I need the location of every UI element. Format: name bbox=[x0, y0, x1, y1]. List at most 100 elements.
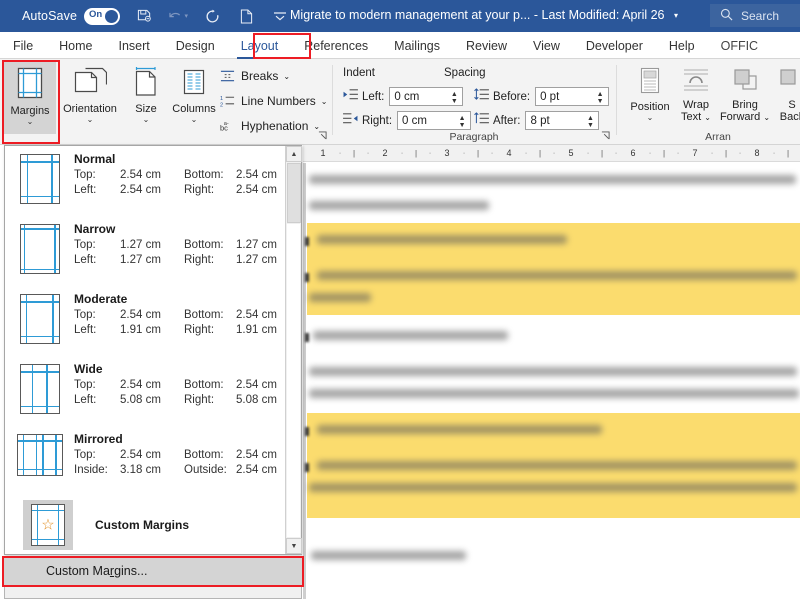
wrap-text-dropdown-caret-icon[interactable]: ⌄ bbox=[704, 113, 711, 122]
position-dropdown-caret-icon[interactable]: ⌄ bbox=[647, 113, 654, 122]
ruler-dot: · bbox=[648, 149, 652, 157]
tab-file[interactable]: File bbox=[0, 32, 46, 59]
body-text-line bbox=[317, 425, 602, 434]
columns-button[interactable]: Columns ⌄ bbox=[167, 62, 221, 134]
gallery-item-narrow[interactable]: Narrow Top: 1.27 cm Bottom: 1.27 cm Left… bbox=[5, 216, 286, 291]
value-bottom: 2.54 cm bbox=[236, 379, 277, 391]
page-left-edge bbox=[303, 163, 306, 599]
key-top: Top: bbox=[74, 309, 96, 321]
tab-references[interactable]: References bbox=[291, 32, 381, 59]
orientation-button[interactable]: Orientation ⌄ bbox=[58, 62, 122, 134]
ruler-tick: 3 bbox=[444, 148, 450, 158]
position-button[interactable]: Position ⌄ bbox=[626, 62, 674, 134]
custom-margins-menu-item[interactable]: Custom Margins... bbox=[4, 557, 302, 585]
gallery-item-name: Normal bbox=[74, 152, 116, 166]
spacing-before-input[interactable]: 0 pt ▲ ▼ bbox=[535, 87, 610, 107]
size-button[interactable]: Size ⌄ bbox=[125, 62, 167, 134]
gallery-item-text: Normal Top: 2.54 cm Bottom: 2.54 cm Left… bbox=[74, 152, 286, 198]
customize-quick-access-icon[interactable] bbox=[270, 6, 290, 26]
margins-dropdown-caret-icon[interactable]: ⌄ bbox=[27, 117, 34, 126]
line-numbers-caret-icon[interactable]: ⌄ bbox=[321, 97, 328, 106]
ruler-dot: · bbox=[676, 149, 680, 157]
scroll-up-arrow-icon[interactable]: ▲ bbox=[286, 146, 302, 162]
body-text-line bbox=[309, 175, 796, 184]
indent-left-input[interactable]: 0 cm ▲ ▼ bbox=[389, 87, 464, 107]
breaks-caret-icon[interactable]: ⌄ bbox=[283, 72, 290, 81]
size-dropdown-caret-icon[interactable]: ⌄ bbox=[143, 115, 150, 124]
tab-insert[interactable]: Insert bbox=[106, 32, 163, 59]
tab-layout[interactable]: Layout bbox=[228, 32, 292, 59]
gallery-item-moderate[interactable]: Moderate Top: 2.54 cm Bottom: 2.54 cm Le… bbox=[5, 286, 286, 361]
tab-view[interactable]: View bbox=[520, 32, 573, 59]
key-bottom: Bottom: bbox=[184, 169, 224, 181]
hyphenation-menu-item[interactable]: bc a- Hyphenation ⌄ bbox=[219, 119, 320, 133]
horizontal-ruler[interactable]: 1 · | · 2 · | · 3 · | · 4 · | · 5 · | · 6 · | · 7 · |… bbox=[303, 145, 800, 162]
indent-right-input[interactable]: 0 cm ▲ ▼ bbox=[397, 111, 472, 131]
tab-review[interactable]: Review bbox=[453, 32, 520, 59]
page-setup-dialog-launcher[interactable] bbox=[318, 131, 327, 142]
redo-icon[interactable] bbox=[202, 6, 222, 26]
scrollbar-track[interactable] bbox=[287, 224, 300, 537]
value-right: 2.54 cm bbox=[236, 184, 277, 196]
tab-design[interactable]: Design bbox=[163, 32, 228, 59]
undo-icon[interactable]: ▾ bbox=[168, 6, 188, 26]
margins-button[interactable]: Margins ⌄ bbox=[4, 62, 56, 134]
bring-forward-dropdown-caret-icon[interactable]: ⌄ bbox=[763, 113, 770, 122]
document-page[interactable] bbox=[303, 163, 800, 599]
wrap-text-button[interactable]: Wrap Text ⌄ bbox=[674, 62, 718, 134]
save-icon[interactable] bbox=[134, 6, 154, 26]
line-numbers-menu-item[interactable]: 12 Line Numbers ⌄ bbox=[219, 94, 327, 108]
margins-dropdown-gallery[interactable]: Normal Top: 2.54 cm Bottom: 2.54 cm Left… bbox=[4, 145, 302, 555]
bullet-marker bbox=[305, 273, 309, 282]
thumb-wrap bbox=[5, 292, 74, 344]
tab-mailings[interactable]: Mailings bbox=[381, 32, 453, 59]
gallery-scrollbar[interactable]: ▲ ▼ bbox=[285, 146, 302, 554]
title-caret-icon[interactable]: ▾ bbox=[674, 11, 678, 20]
tab-office[interactable]: OFFIC bbox=[708, 32, 772, 59]
ruler-tick: 5 bbox=[568, 148, 574, 158]
paragraph-dialog-launcher[interactable] bbox=[601, 131, 610, 142]
columns-dropdown-caret-icon[interactable]: ⌄ bbox=[191, 115, 198, 124]
ruler-dot: · bbox=[552, 149, 556, 157]
gallery-item-normal[interactable]: Normal Top: 2.54 cm Bottom: 2.54 cm Left… bbox=[5, 146, 286, 221]
autosave-toggle[interactable]: On bbox=[84, 7, 121, 25]
new-doc-icon[interactable] bbox=[236, 6, 256, 26]
send-backward-button[interactable]: S Back bbox=[772, 62, 800, 134]
value-bottom: 2.54 cm bbox=[236, 449, 277, 461]
gallery-item-custom-margins[interactable]: ☆ Custom Margins bbox=[5, 496, 286, 554]
bring-forward-button[interactable]: Bring Forward ⌄ bbox=[718, 62, 772, 134]
tab-home[interactable]: Home bbox=[46, 32, 105, 59]
spacing-header: Spacing bbox=[444, 67, 486, 79]
search-box[interactable]: Search bbox=[710, 4, 800, 27]
key-right: Right: bbox=[184, 254, 215, 266]
indent-right-stepper[interactable]: ▲ ▼ bbox=[456, 112, 468, 131]
indent-left-stepper[interactable]: ▲ ▼ bbox=[448, 88, 460, 107]
orientation-dropdown-caret-icon[interactable]: ⌄ bbox=[87, 115, 94, 124]
tab-help[interactable]: Help bbox=[656, 32, 708, 59]
key-top: Top: bbox=[74, 449, 96, 461]
gallery-item-values: Top: 2.54 cm Bottom: 2.54 cm Left: 2.54 … bbox=[74, 168, 286, 198]
key-inside: Inside: bbox=[74, 464, 108, 476]
tab-developer[interactable]: Developer bbox=[573, 32, 656, 59]
scrollbar-thumb[interactable] bbox=[287, 163, 301, 223]
ribbon: Margins ⌄ Orientation ⌄ Size ⌄ Columns ⌄… bbox=[0, 59, 800, 145]
ruler-dot: · bbox=[710, 149, 714, 157]
gallery-item-mirrored[interactable]: Mirrored Top: 2.54 cm Bottom: 2.54 cm In… bbox=[5, 426, 286, 501]
custom-margins-label-post: gins... bbox=[114, 564, 148, 578]
wrap-text-button-label: Wrap bbox=[682, 99, 710, 111]
value-right: 1.27 cm bbox=[236, 254, 277, 266]
body-text-line bbox=[317, 461, 797, 470]
spacing-before-stepper[interactable]: ▲ ▼ bbox=[594, 88, 606, 107]
ruler-dot: · bbox=[772, 149, 776, 157]
breaks-menu-item[interactable]: Breaks ⌄ bbox=[219, 69, 290, 83]
ruler-minor: | bbox=[600, 148, 604, 158]
ribbon-group-arrange: Position ⌄ Wrap Text ⌄ Bring Forward ⌄ S… bbox=[618, 59, 800, 145]
autosave-toggle-knob bbox=[105, 9, 119, 23]
gallery-item-wide[interactable]: Wide Top: 2.54 cm Bottom: 2.54 cm Left: … bbox=[5, 356, 286, 431]
spacing-after-input[interactable]: 8 pt ▲ ▼ bbox=[525, 111, 600, 131]
key-bottom: Bottom: bbox=[184, 449, 224, 461]
gallery-scroll-region: Normal Top: 2.54 cm Bottom: 2.54 cm Left… bbox=[5, 146, 286, 554]
scroll-down-arrow-icon[interactable]: ▼ bbox=[286, 538, 302, 554]
spacing-after-stepper[interactable]: ▲ ▼ bbox=[584, 112, 596, 131]
hyphenation-caret-icon[interactable]: ⌄ bbox=[313, 122, 320, 131]
